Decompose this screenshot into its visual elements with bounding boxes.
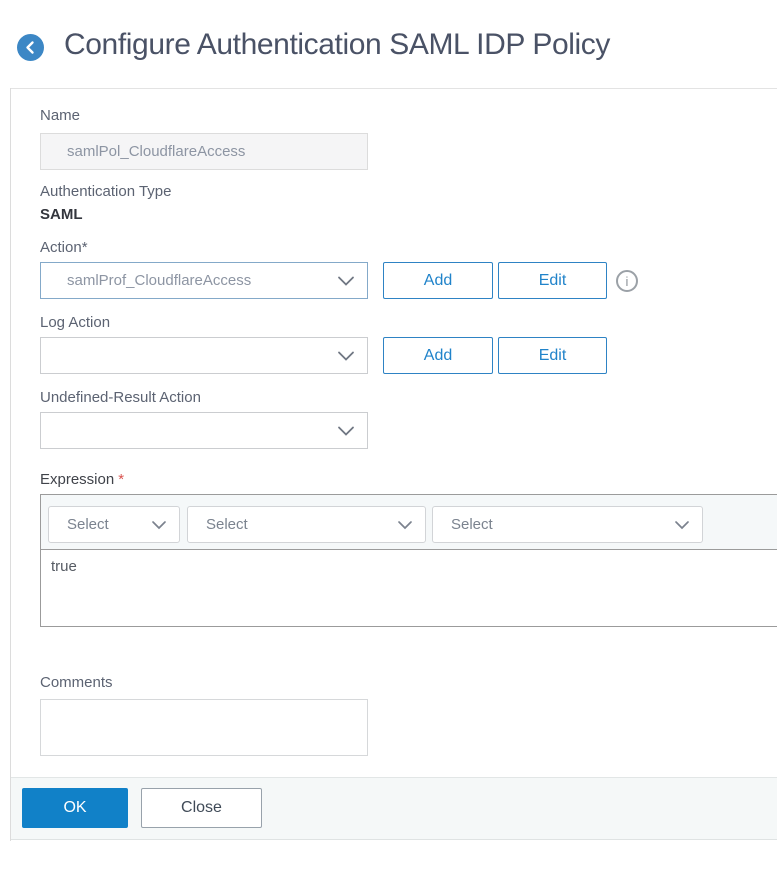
expression-textarea[interactable]: true — [41, 550, 777, 626]
info-icon-glyph: i — [625, 273, 629, 289]
log-action-edit-button[interactable]: Edit — [498, 337, 607, 374]
action-edit-button[interactable]: Edit — [498, 262, 607, 299]
page-title: Configure Authentication SAML IDP Policy — [64, 28, 610, 61]
log-action-add-button[interactable]: Add — [383, 337, 493, 374]
chevron-down-icon — [337, 275, 355, 286]
back-button[interactable] — [17, 34, 44, 61]
undefined-result-action-label: Undefined-Result Action — [40, 389, 201, 406]
expression-select-2-value: Select — [206, 516, 248, 533]
header-divider — [10, 88, 777, 89]
auth-type-label: Authentication Type — [40, 183, 172, 200]
log-action-label: Log Action — [40, 314, 111, 331]
arrow-left-icon — [23, 40, 38, 55]
auth-type-value: SAML — [40, 206, 83, 223]
comments-label: Comments — [40, 674, 113, 691]
required-asterisk: * — [118, 471, 125, 488]
action-label: Action* — [40, 239, 88, 256]
chevron-down-icon — [337, 425, 355, 436]
chevron-down-icon — [397, 520, 413, 530]
info-icon[interactable]: i — [616, 270, 638, 292]
chevron-down-icon — [337, 350, 355, 361]
expression-select-3-value: Select — [451, 516, 493, 533]
comments-textarea[interactable] — [40, 699, 368, 756]
undefined-result-action-select[interactable] — [40, 412, 368, 449]
expression-select-1[interactable]: Select — [48, 506, 180, 543]
action-select-value: samlProf_CloudflareAccess — [67, 272, 252, 289]
expression-select-1-value: Select — [67, 516, 109, 533]
name-input — [40, 133, 368, 170]
chevron-down-icon — [674, 520, 690, 530]
expression-select-3[interactable]: Select — [432, 506, 703, 543]
expression-editor: true — [40, 550, 777, 627]
chevron-down-icon — [151, 520, 167, 530]
log-action-select[interactable] — [40, 337, 368, 374]
close-button[interactable]: Close — [141, 788, 262, 828]
panel-left-border — [10, 88, 11, 841]
configure-saml-idp-policy-dialog: Configure Authentication SAML IDP Policy… — [0, 0, 777, 877]
expression-label: Expression * — [40, 471, 125, 488]
ok-button[interactable]: OK — [22, 788, 128, 828]
name-label: Name — [40, 107, 81, 124]
action-select[interactable]: samlProf_CloudflareAccess — [40, 262, 368, 299]
expression-select-2[interactable]: Select — [187, 506, 426, 543]
action-add-button[interactable]: Add — [383, 262, 493, 299]
